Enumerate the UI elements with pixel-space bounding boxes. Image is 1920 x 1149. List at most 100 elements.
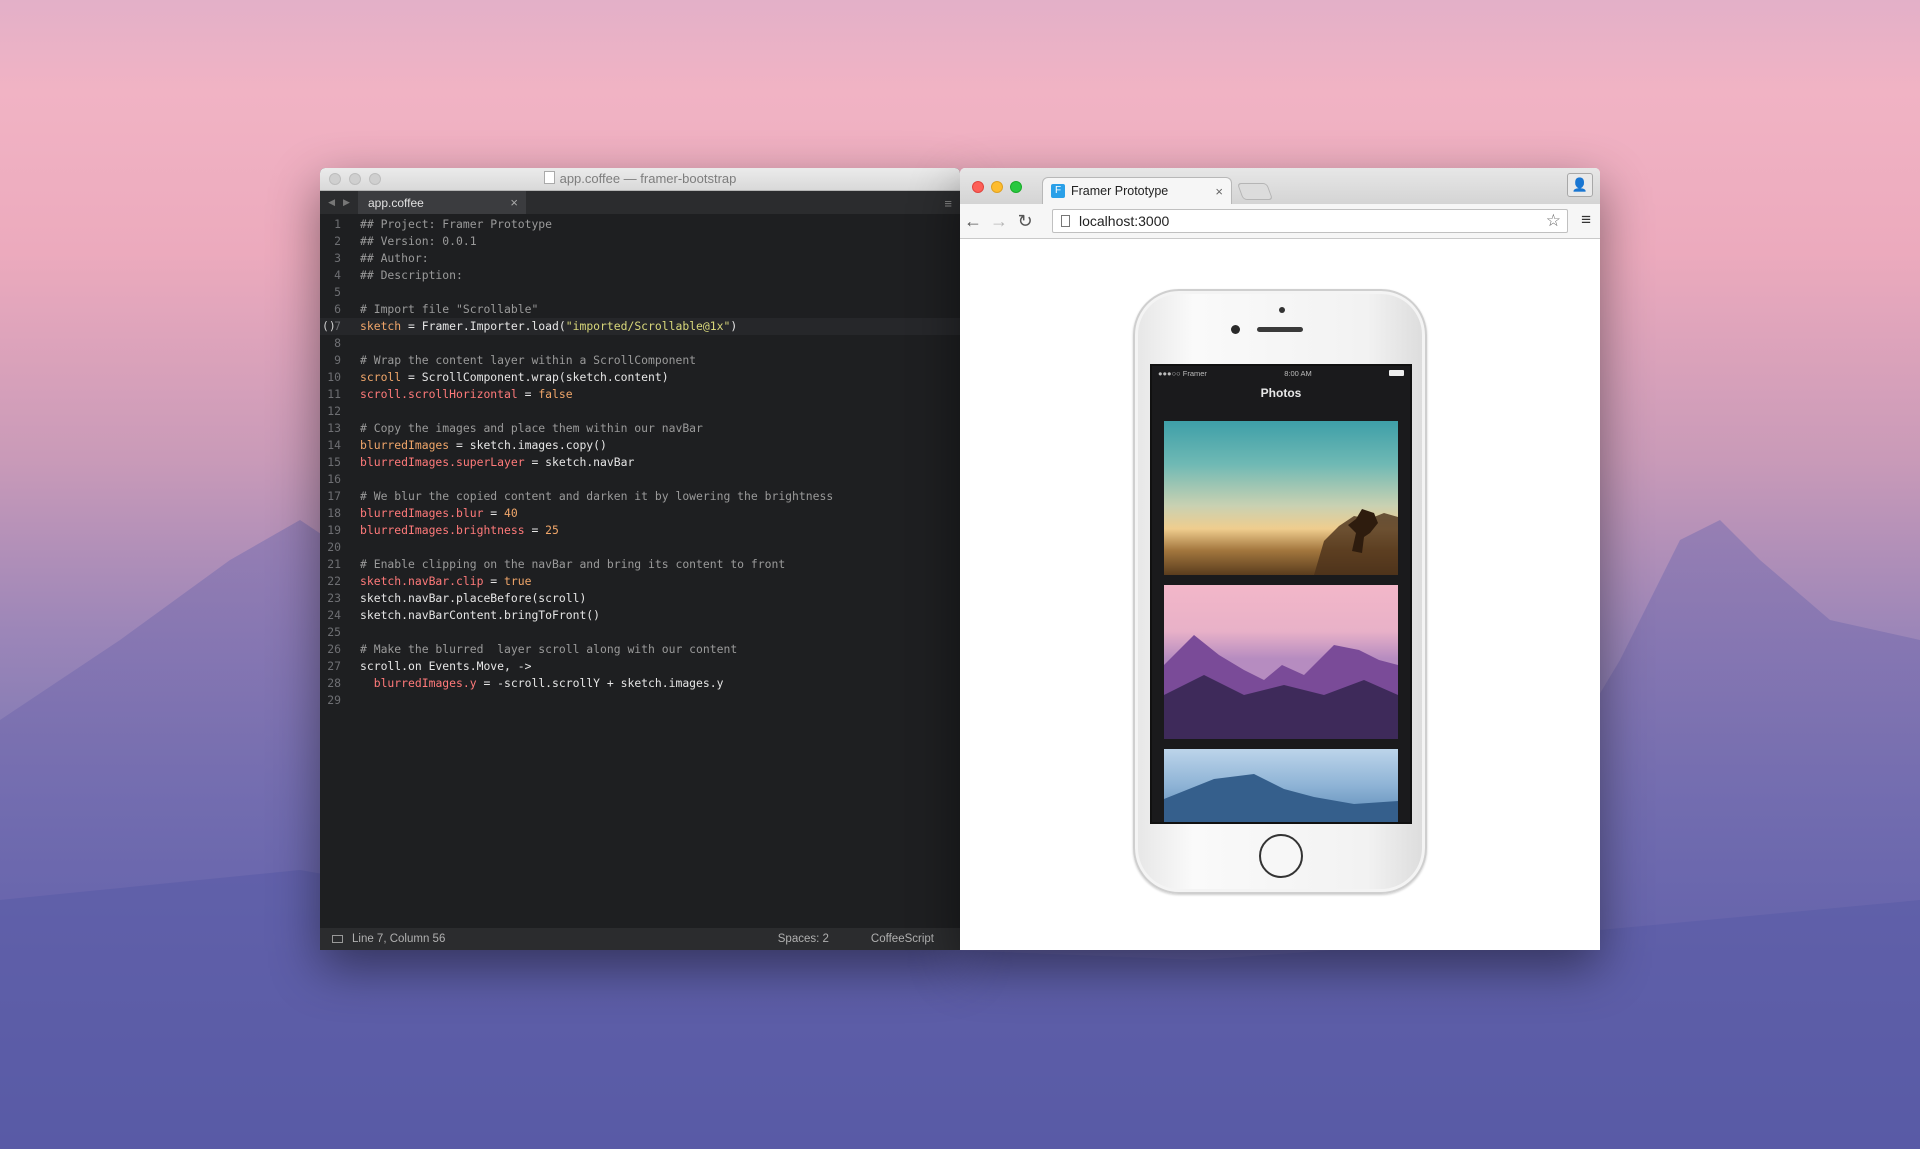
forward-arrow-icon[interactable]: → (986, 211, 1012, 232)
code-line[interactable]: 20 (320, 539, 960, 556)
code-line[interactable]: 6 # Import file "Scrollable" (320, 301, 960, 318)
line-number: 5 (334, 285, 341, 299)
minimize-window-button[interactable] (349, 173, 361, 185)
code-line[interactable]: 27 scroll.on Events.Move, -> (320, 658, 960, 675)
tab-nav-arrows: ◀ ▶ (320, 191, 358, 214)
code-text: # Enable clipping on the navBar and brin… (360, 557, 786, 571)
url-text[interactable]: localhost:3000 (1079, 213, 1546, 229)
code-text: scroll = ScrollComponent.wrap(sketch.con… (360, 370, 669, 384)
iphone-mockup: ●●●○○ Framer 8:00 AM Photos (1133, 289, 1427, 894)
phone-status-bar: ●●●○○ Framer 8:00 AM (1152, 366, 1410, 380)
code-line[interactable]: 25 (320, 624, 960, 641)
line-number: 21 (327, 557, 341, 571)
code-line[interactable]: 22 sketch.navBar.clip = true (320, 573, 960, 590)
zoom-window-button[interactable] (1010, 181, 1022, 193)
code-line[interactable]: () 7 sketch = Framer.Importer.load("import… (320, 318, 960, 335)
editor-window-controls (329, 173, 381, 185)
code-line[interactable]: 29 (320, 692, 960, 709)
code-line[interactable]: 5 (320, 284, 960, 301)
address-bar[interactable]: localhost:3000 ☆ (1052, 209, 1568, 233)
line-number: 17 (327, 489, 341, 503)
tab-app-coffee[interactable]: app.coffee × (358, 191, 526, 214)
code-line[interactable]: 17 # We blur the copied content and darke… (320, 488, 960, 505)
line-number: 14 (327, 438, 341, 452)
line-number: 2 (334, 234, 341, 248)
line-number: 11 (327, 387, 341, 401)
code-line[interactable]: 23 sketch.navBar.placeBefore(scroll) (320, 590, 960, 607)
code-text: blurredImages.y = -scroll.scrollY + sket… (373, 676, 724, 690)
zoom-window-button[interactable] (369, 173, 381, 185)
code-line[interactable]: 15 blurredImages.superLayer = sketch.navB… (320, 454, 960, 471)
photo-blue-hills[interactable] (1164, 749, 1398, 822)
line-number: 18 (327, 506, 341, 520)
code-text: blurredImages = sketch.images.copy() (360, 438, 607, 452)
line-number: 1 (334, 217, 341, 231)
blue-hills (1164, 774, 1398, 822)
earpiece-speaker (1257, 327, 1303, 332)
back-arrow-icon[interactable]: ← (960, 211, 986, 232)
framer-favicon-icon: F (1051, 184, 1065, 198)
code-text: blurredImages.blur = 40 (360, 506, 518, 520)
code-text: ## Author: (360, 251, 429, 265)
browser-tabstrip: F Framer Prototype × 👤 (960, 168, 1600, 204)
cursor-position: Line 7, Column 56 (352, 933, 446, 945)
code-text: # Make the blurred layer scroll along wi… (360, 642, 738, 656)
code-line[interactable]: 14 blurredImages = sketch.images.copy() (320, 437, 960, 454)
code-line[interactable]: 1 ## Project: Framer Prototype (320, 216, 960, 233)
close-window-button[interactable] (972, 181, 984, 193)
line-number: 4 (334, 268, 341, 282)
tab-close-icon[interactable]: × (510, 195, 518, 210)
line-number: 24 (327, 608, 341, 622)
browser-toolbar: ← → ↻ localhost:3000 ☆ ≡ (960, 204, 1600, 239)
profile-icon[interactable]: 👤 (1567, 173, 1593, 197)
code-line[interactable]: 8 (320, 335, 960, 352)
browser-tab-framer-prototype[interactable]: F Framer Prototype × (1042, 177, 1232, 204)
photo-landscape-tree[interactable] (1164, 421, 1398, 575)
code-text: blurredImages.brightness = 25 (360, 523, 559, 537)
bookmark-star-icon[interactable]: ☆ (1546, 211, 1561, 231)
code-line[interactable]: 18 blurredImages.blur = 40 (320, 505, 960, 522)
code-line[interactable]: 24 sketch.navBarContent.bringToFront() (320, 607, 960, 624)
tab-next-arrow-icon[interactable]: ▶ (343, 197, 350, 208)
tabbar-menu-icon[interactable]: ≡ (944, 196, 952, 211)
panel-toggle-icon[interactable] (332, 935, 343, 943)
page-viewport: ●●●○○ Framer 8:00 AM Photos (960, 239, 1600, 950)
code-line[interactable]: 4 ## Description: (320, 267, 960, 284)
code-line[interactable]: 28 blurredImages.y = -scroll.scrollY + s… (320, 675, 960, 692)
reload-icon[interactable]: ↻ (1012, 211, 1038, 232)
new-tab-button[interactable] (1236, 183, 1274, 200)
line-number: 29 (327, 693, 341, 707)
tab-close-icon[interactable]: × (1215, 184, 1223, 199)
phone-screen[interactable]: ●●●○○ Framer 8:00 AM Photos (1150, 364, 1412, 824)
code-line[interactable]: 10 scroll = ScrollComponent.wrap(sketch.c… (320, 369, 960, 386)
photo-mountain-ridge[interactable] (1164, 585, 1398, 739)
code-line[interactable]: 11 scroll.scrollHorizontal = false (320, 386, 960, 403)
close-window-button[interactable] (329, 173, 341, 185)
line-number: 16 (327, 472, 341, 486)
indentation-setting[interactable]: Spaces: 2 (778, 933, 829, 945)
bracket-marker-icon: () (322, 319, 336, 333)
syntax-selector[interactable]: CoffeeScript (871, 933, 934, 945)
tab-prev-arrow-icon[interactable]: ◀ (328, 197, 335, 208)
code-line[interactable]: 21 # Enable clipping on the navBar and br… (320, 556, 960, 573)
code-text: blurredImages.superLayer = sketch.navBar (360, 455, 635, 469)
code-line[interactable]: 12 (320, 403, 960, 420)
code-line[interactable]: 2 ## Version: 0.0.1 (320, 233, 960, 250)
home-button[interactable] (1259, 834, 1303, 878)
code-line[interactable]: 13 # Copy the images and place them withi… (320, 420, 960, 437)
code-area[interactable]: 1 ## Project: Framer Prototype 2 ## Version… (320, 214, 960, 709)
line-number: 25 (327, 625, 341, 639)
code-line[interactable]: 26 # Make the blurred layer scroll along … (320, 641, 960, 658)
code-line[interactable]: 9 # Wrap the content layer within a Scrol… (320, 352, 960, 369)
browser-menu-icon[interactable]: ≡ (1581, 210, 1591, 230)
code-line[interactable]: 16 (320, 471, 960, 488)
code-line[interactable]: 19 blurredImages.brightness = 25 (320, 522, 960, 539)
code-editor-window: app.coffee — framer-bootstrap ◀ ▶ app.co… (320, 168, 960, 950)
code-line[interactable]: 3 ## Author: (320, 250, 960, 267)
minimize-window-button[interactable] (991, 181, 1003, 193)
